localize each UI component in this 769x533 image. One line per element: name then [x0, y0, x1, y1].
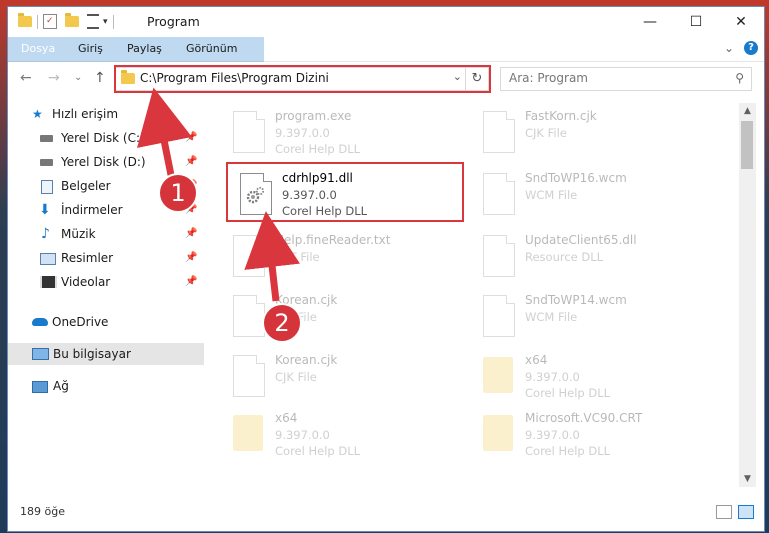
explorer-window: ✓ ▾ Program — ☐ ✕ Dosya Giriş Paylaş Gör…: [7, 6, 765, 532]
step-badge-2: 2: [262, 303, 302, 343]
step-badge-1: 1: [158, 173, 198, 213]
annotation-arrows: [137, 87, 300, 302]
